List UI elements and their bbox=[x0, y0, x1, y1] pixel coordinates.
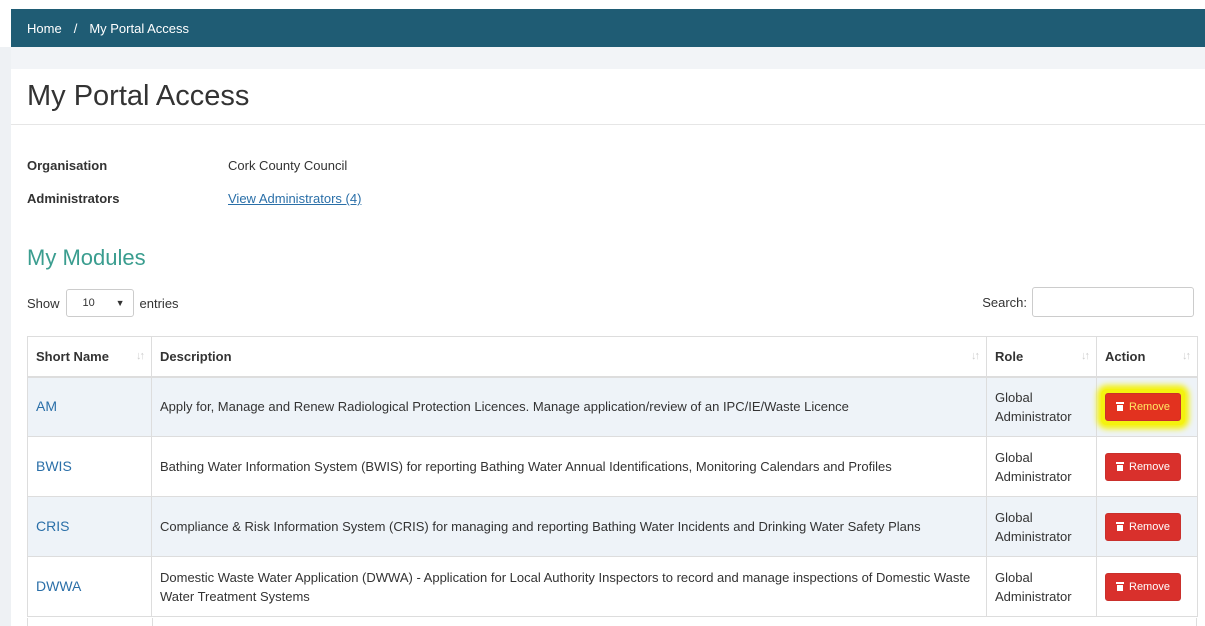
page-side-band bbox=[0, 47, 11, 626]
caret-down-icon: ▼ bbox=[115, 298, 125, 308]
module-role: Global Administrator bbox=[986, 376, 1097, 437]
column-header-description[interactable]: Description ↓↑ bbox=[151, 336, 987, 378]
table-row: BWIS Bathing Water Information System (B… bbox=[27, 436, 1198, 497]
module-description: Apply for, Manage and Renew Radiological… bbox=[151, 376, 987, 437]
table-next-row-edge bbox=[27, 618, 1197, 626]
page-title: My Portal Access bbox=[27, 80, 250, 112]
module-short-name-link[interactable]: BWIS bbox=[36, 458, 72, 474]
header-band bbox=[11, 47, 1205, 69]
breadcrumb: Home / My Portal Access bbox=[11, 9, 1205, 47]
entries-label: entries bbox=[139, 295, 179, 311]
table-row: DWWA Domestic Waste Water Application (D… bbox=[27, 556, 1198, 617]
remove-button[interactable]: Remove bbox=[1105, 452, 1181, 481]
breadcrumb-home-link[interactable]: Home bbox=[27, 21, 62, 36]
breadcrumb-separator: / bbox=[73, 20, 78, 36]
table-search: Search: bbox=[982, 287, 1194, 317]
sort-icon: ↓↑ bbox=[136, 350, 145, 362]
organisation-value: Cork County Council bbox=[228, 158, 348, 173]
breadcrumb-current: My Portal Access bbox=[89, 20, 190, 36]
trash-icon bbox=[1116, 402, 1124, 412]
remove-button[interactable]: Remove bbox=[1105, 512, 1181, 541]
organisation-label: Organisation bbox=[27, 158, 108, 173]
view-administrators-link[interactable]: View Administrators (4) bbox=[228, 191, 361, 206]
table-header-row: Short Name ↓↑ Description ↓↑ Role ↓↑ Action… bbox=[27, 336, 1198, 378]
table-row: AM Apply for, Manage and Renew Radiologi… bbox=[27, 376, 1198, 437]
search-label: Search: bbox=[982, 294, 1027, 310]
module-role: Global Administrator bbox=[986, 436, 1097, 497]
sort-icon: ↓↑ bbox=[1182, 350, 1191, 362]
column-header-action[interactable]: Action ↓↑ bbox=[1096, 336, 1198, 378]
title-divider bbox=[11, 124, 1205, 125]
module-short-name-link[interactable]: AM bbox=[36, 398, 57, 414]
page-length-value: 10 bbox=[82, 297, 95, 309]
module-description: Bathing Water Information System (BWIS) … bbox=[151, 436, 987, 497]
sort-icon: ↓↑ bbox=[971, 350, 980, 362]
module-short-name-link[interactable]: CRIS bbox=[36, 518, 69, 534]
modules-section-title: My Modules bbox=[27, 245, 146, 270]
table-row: CRIS Compliance & Risk Information Syste… bbox=[27, 496, 1198, 557]
module-description: Domestic Waste Water Application (DWWA) … bbox=[151, 556, 987, 617]
module-short-name-link[interactable]: DWWA bbox=[36, 578, 81, 594]
column-header-role[interactable]: Role ↓↑ bbox=[986, 336, 1097, 378]
administrators-label: Administrators bbox=[27, 191, 120, 206]
remove-button[interactable]: Remove bbox=[1105, 392, 1181, 421]
trash-icon bbox=[1116, 462, 1124, 471]
page-length-control: Show 10 ▼ entries bbox=[27, 289, 179, 317]
highlight-marker: Remove bbox=[1101, 388, 1185, 425]
show-label: Show bbox=[27, 295, 60, 311]
page-length-select[interactable]: 10 ▼ bbox=[65, 289, 134, 317]
module-description: Compliance & Risk Information System (CR… bbox=[151, 496, 987, 557]
sort-icon: ↓↑ bbox=[1081, 350, 1090, 362]
search-input[interactable] bbox=[1032, 287, 1194, 317]
module-role: Global Administrator bbox=[986, 496, 1097, 557]
trash-icon bbox=[1116, 522, 1124, 531]
remove-button[interactable]: Remove bbox=[1105, 572, 1181, 601]
trash-icon bbox=[1116, 582, 1124, 591]
module-role: Global Administrator bbox=[986, 556, 1097, 617]
modules-table: Short Name ↓↑ Description ↓↑ Role ↓↑ Action… bbox=[27, 336, 1198, 617]
column-header-short-name[interactable]: Short Name ↓↑ bbox=[27, 336, 152, 378]
